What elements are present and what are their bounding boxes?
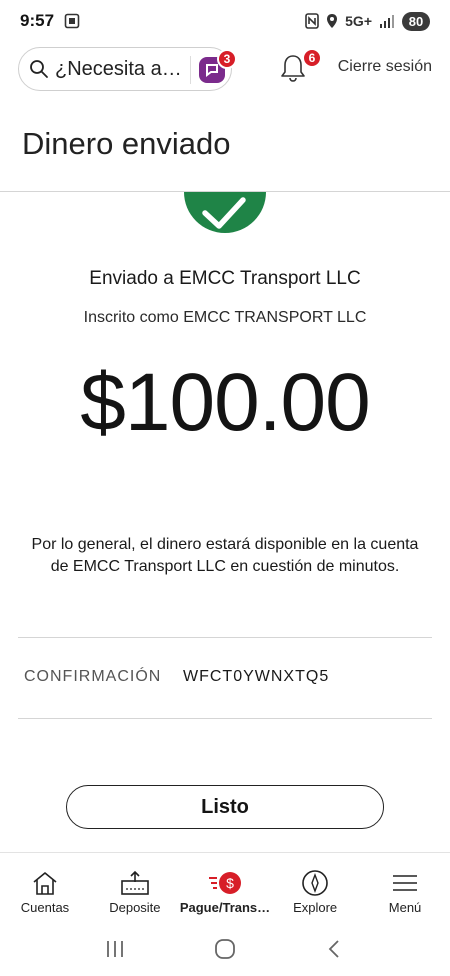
logout-link[interactable]: Cierre sesión <box>338 58 432 76</box>
search-divider <box>190 56 191 84</box>
nav-item-pay-transfer[interactable]: $ Pague/Trans… <box>180 853 270 922</box>
search-placeholder: ¿Necesita a… <box>55 57 182 80</box>
app-header: ¿Necesita a… 3 6 Cierre sesión <box>18 46 432 92</box>
nav-item-explore[interactable]: Explore <box>270 853 360 922</box>
bottom-nav: Cuentas Deposite $ Pague/Trans… Explore … <box>0 852 450 922</box>
compass-icon <box>302 870 328 896</box>
search-input[interactable]: ¿Necesita a… 3 <box>18 47 237 91</box>
nav-label: Deposite <box>109 900 161 915</box>
network-label: 5G+ <box>345 13 372 29</box>
sent-to-text: Enviado a EMCC Transport LLC <box>89 268 361 289</box>
confirmation-label: CONFIRMACIÓN <box>24 668 162 685</box>
availability-info: Por lo general, el dinero estará disponi… <box>31 536 419 575</box>
assistant-button[interactable]: 3 <box>199 49 237 83</box>
battery-indicator: 80 <box>402 11 430 31</box>
status-time: 9:57 <box>20 11 55 30</box>
svg-text:$: $ <box>226 875 234 891</box>
nfc-icon <box>305 13 319 29</box>
confirmation-code: WFCT0YWNXTQ5 <box>183 668 330 685</box>
pay-transfer-icon: $ <box>209 872 241 894</box>
enrolled-as-text: Inscrito como EMCC TRANSPORT LLC <box>83 309 367 326</box>
nav-label: Explore <box>293 900 338 915</box>
nav-item-deposit[interactable]: Deposite <box>90 853 180 922</box>
divider <box>18 718 432 719</box>
signal-icon <box>380 15 394 28</box>
divider <box>18 637 432 638</box>
search-icon <box>30 60 48 78</box>
location-icon <box>327 14 338 28</box>
assistant-badge: 3 <box>217 49 237 69</box>
status-bar: 9:57 5G+ 80 <box>0 0 450 42</box>
recent-apps-icon[interactable] <box>103 938 127 960</box>
menu-icon <box>393 875 418 891</box>
system-nav-bar <box>0 922 450 976</box>
notifications-badge: 6 <box>302 48 322 68</box>
nav-item-accounts[interactable]: Cuentas <box>0 853 90 922</box>
screenshot-icon <box>64 13 80 29</box>
back-icon[interactable] <box>323 938 347 960</box>
nav-label: Cuentas <box>20 900 70 915</box>
amount-value: $100.00 <box>80 357 370 448</box>
nav-label: Menú <box>388 900 422 915</box>
nav-item-menu[interactable]: Menú <box>360 853 450 922</box>
home-icon <box>33 872 57 895</box>
page-title: Dinero enviado <box>22 126 231 161</box>
notifications-button[interactable]: 6 <box>278 48 322 84</box>
home-button-icon[interactable] <box>213 938 237 960</box>
nav-label: Pague/Trans… <box>179 900 271 915</box>
deposit-icon <box>121 870 149 895</box>
success-check-icon <box>184 192 266 242</box>
done-button[interactable]: Listo <box>66 785 384 829</box>
